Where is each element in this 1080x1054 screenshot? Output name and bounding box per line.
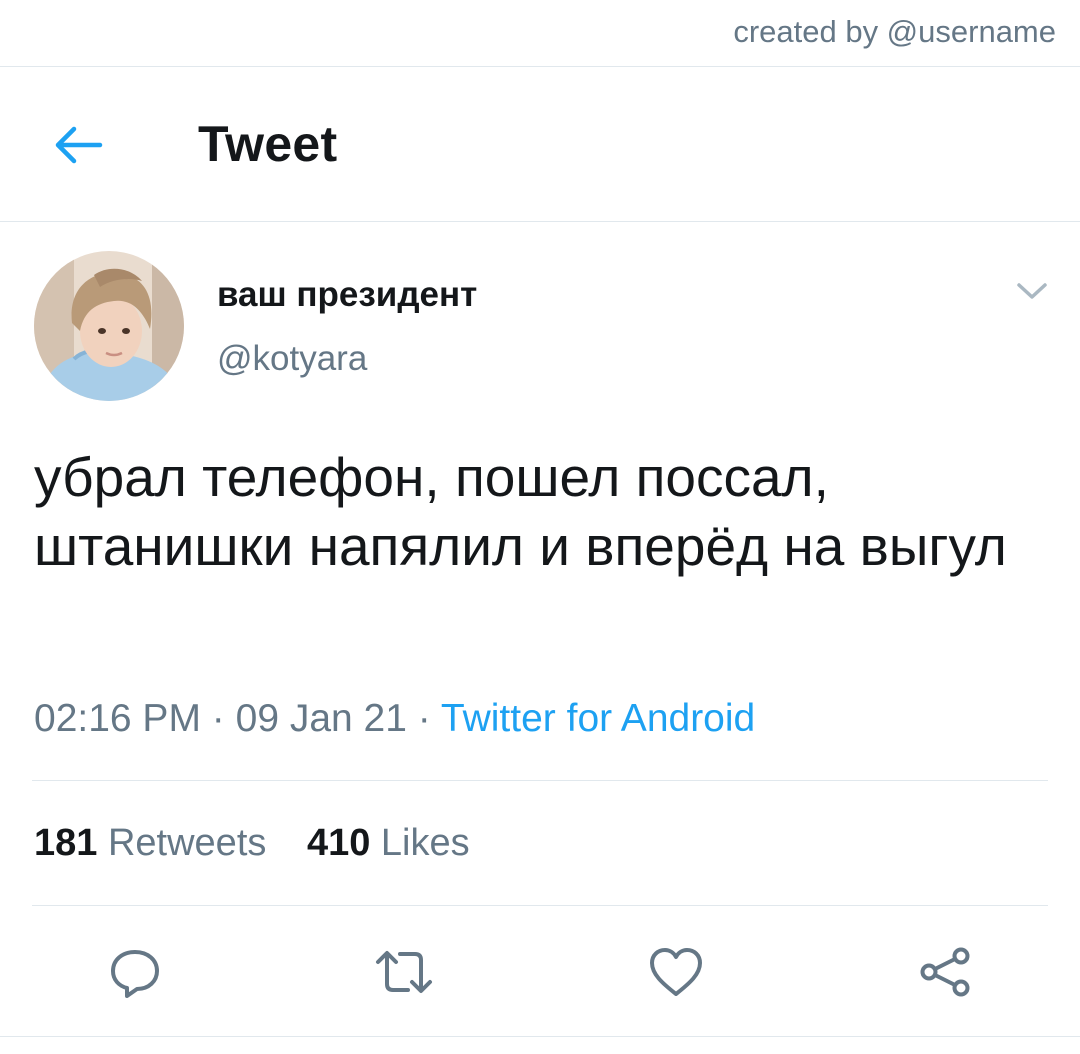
retweets-count: 181 xyxy=(34,822,98,864)
tweet-date: 09 Jan 21 xyxy=(235,697,407,740)
tweet-stats: 181 Retweets 410 Likes xyxy=(34,822,500,865)
bottom-divider xyxy=(0,1036,1080,1037)
header-divider xyxy=(0,221,1080,222)
tweet-source-link[interactable]: Twitter for Android xyxy=(441,697,755,740)
meta-separator: · xyxy=(211,697,225,740)
reply-button[interactable] xyxy=(105,942,165,1002)
credit-text: created by @username xyxy=(733,14,1056,49)
meta-divider xyxy=(32,780,1048,781)
chevron-down-icon xyxy=(1017,283,1047,299)
meta-separator: · xyxy=(417,697,431,740)
user-handle[interactable]: @kotyara xyxy=(217,339,367,379)
tweet-options-button[interactable] xyxy=(1012,277,1052,305)
retweet-button[interactable] xyxy=(374,942,434,1002)
retweets-label: Retweets xyxy=(107,822,267,864)
retweet-icon xyxy=(376,951,432,993)
arrow-left-icon xyxy=(55,126,103,164)
back-button[interactable] xyxy=(44,119,110,171)
avatar-image xyxy=(34,251,184,401)
like-button[interactable] xyxy=(646,942,706,1002)
avatar[interactable] xyxy=(34,251,184,401)
like-icon xyxy=(650,948,702,996)
tweet-meta: 02:16 PM · 09 Jan 21 · Twitter for Andro… xyxy=(34,697,755,741)
display-name[interactable]: ваш президент xyxy=(217,275,477,315)
likes-label: Likes xyxy=(380,822,470,864)
likes-count: 410 xyxy=(306,822,371,864)
reply-icon xyxy=(111,950,159,998)
share-button[interactable] xyxy=(915,942,975,1002)
share-icon xyxy=(920,947,970,997)
tweet-time: 02:16 PM xyxy=(34,697,201,740)
retweets-stat[interactable]: 181 Retweets xyxy=(34,822,266,864)
page-title: Tweet xyxy=(198,116,338,172)
likes-stat[interactable]: 410 Likes xyxy=(307,822,470,864)
stats-divider xyxy=(32,905,1048,906)
tweet-text: убрал телефон, пошел поссал, штанишки на… xyxy=(34,446,1007,577)
tweet-header: Tweet xyxy=(0,67,1080,221)
